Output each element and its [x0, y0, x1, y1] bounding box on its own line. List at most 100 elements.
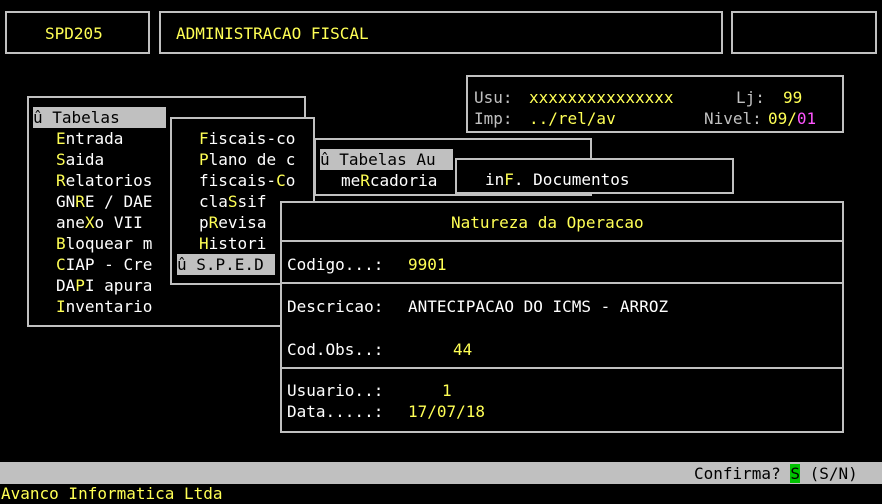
menu-item-suffix: E / DAE: [84, 192, 153, 211]
main-menu-item-6[interactable]: CIAP - Cre: [56, 254, 152, 275]
tabelas-menu-item-5[interactable]: Histori: [199, 233, 266, 254]
menu-item-prefix: DA: [56, 276, 76, 295]
codobs-field[interactable]: 44: [453, 339, 472, 360]
descricao-field[interactable]: ANTECIPACAO DO ICMS - ARROZ: [408, 296, 668, 317]
user-panel: Usu: xxxxxxxxxxxxxxx Lj: 99 Imp: ../rel/…: [466, 75, 844, 133]
menu-item-suffix: istori: [208, 234, 267, 253]
menu-item-documentos-hotkey: F: [504, 170, 514, 189]
level-value-primary: 09/: [768, 109, 797, 128]
user-value: xxxxxxxxxxxxxxx: [529, 88, 674, 107]
descricao-label: Descricao:: [287, 297, 384, 316]
menu-item-tabelas-aux[interactable]: û Tabelas Au: [320, 149, 453, 170]
menu-item-prefix: ane: [56, 213, 85, 232]
menu-item-suffix: elatorios: [65, 171, 153, 190]
menu-item-suffix: o VII: [94, 213, 143, 232]
tabelas-menu-item-1[interactable]: Plano de c: [199, 149, 295, 170]
module-title-box: ADMINISTRACAO FISCAL: [159, 11, 723, 54]
menu-item-hotkey: I: [56, 297, 66, 316]
status-bar: Confirma? S (S/N): [0, 462, 882, 484]
main-menu-item-2[interactable]: Relatorios: [56, 170, 152, 191]
header-spare-box: [731, 11, 877, 54]
menu-item-prefix: fiscais-: [199, 171, 277, 190]
tabelas-menu-item-4[interactable]: pRevisa: [199, 212, 266, 233]
menu-item-suffix: iscais-co: [208, 129, 296, 148]
menu-item-prefix: cla: [199, 192, 228, 211]
tabelas-menu-item-2[interactable]: fiscais-Co: [199, 170, 295, 191]
menu-item-documentos-prefix: in: [485, 170, 505, 189]
main-menu-item-7[interactable]: DAPI apura: [56, 275, 152, 296]
menu-item-hotkey: F: [199, 129, 209, 148]
menu-item-suffix: aida: [65, 150, 105, 169]
menu-item-mercadoria-hotkey: R: [360, 171, 370, 190]
menu-item-hotkey: X: [84, 213, 95, 232]
store-label: Lj:: [736, 88, 765, 107]
menu-item-suffix: evisa: [218, 213, 267, 232]
usuario-label: Usuario..:: [287, 381, 384, 400]
store-value: 99: [783, 88, 803, 107]
menu-item-suffix: loquear m: [65, 234, 153, 253]
natureza-dialog: Natureza da Operacao Codigo...: 9901 Des…: [280, 201, 844, 433]
divider: [282, 240, 842, 242]
codobs-label: Cod.Obs..:: [287, 340, 384, 359]
menu-item-hotkey: P: [199, 150, 209, 169]
divider: [282, 282, 842, 284]
menu-item-hotkey: C: [56, 255, 66, 274]
menu-item-prefix: GN: [56, 192, 76, 211]
level-value: 09/01: [768, 108, 816, 129]
usuario-field[interactable]: 1: [442, 380, 452, 401]
menu-item-suffix: IAP - Cre: [65, 255, 153, 274]
printer-value: ../rel/av: [529, 109, 616, 128]
main-menu-item-8[interactable]: Inventario: [56, 296, 152, 317]
divider: [282, 367, 842, 369]
level-label: Nivel:: [704, 109, 762, 128]
menu-item-suffix: sif: [237, 192, 267, 211]
main-menu-item-0[interactable]: Entrada: [56, 128, 123, 149]
company-footer: Avanco Informatica Ltda: [1, 484, 223, 503]
menu-item-mercadoria-prefix: me: [341, 171, 361, 190]
menu-item-tabelas[interactable]: û Tabelas: [33, 107, 166, 128]
main-menu-item-1[interactable]: Saida: [56, 149, 104, 170]
tabelas-menu-item-0[interactable]: Fiscais-co: [199, 128, 295, 149]
confirm-answer-input[interactable]: S: [790, 464, 800, 483]
menu-item-hotkey: P: [75, 276, 85, 295]
menu-item-hotkey: E: [56, 129, 66, 148]
menu-item-suffix: ntrada: [65, 129, 124, 148]
main-menu-item-3[interactable]: GNRE / DAE: [56, 191, 152, 212]
menu-item-sped[interactable]: û S.P.E.D: [177, 254, 275, 275]
tabelas-menu-item-3[interactable]: claSsif: [199, 191, 266, 212]
tabelas-aux-menu: inF. Documentos: [455, 158, 734, 194]
menu-item-hotkey: H: [199, 234, 209, 253]
program-code-box: SPD205: [5, 11, 150, 54]
menu-item-hotkey: S: [56, 150, 66, 169]
confirm-prompt: Confirma? S (S/N): [694, 463, 858, 484]
menu-item-mercadoria-suffix: cadoria: [369, 171, 438, 190]
menu-item-hotkey: S: [227, 192, 238, 211]
main-menu-item-4[interactable]: aneXo VII: [56, 212, 143, 233]
menu-item-hotkey: C: [276, 171, 286, 190]
menu-item-documentos[interactable]: inF. Documentos: [485, 169, 630, 190]
menu-item-suffix: nventario: [65, 297, 153, 316]
menu-item-suffix: lano de c: [208, 150, 296, 169]
menu-item-hotkey: R: [208, 213, 219, 232]
confirm-options: (S/N): [809, 464, 858, 483]
codigo-field[interactable]: 9901: [408, 254, 447, 275]
data-label: Data.....:: [287, 402, 384, 421]
printer-label: Imp:: [474, 109, 513, 128]
menu-item-hotkey: R: [56, 171, 66, 190]
user-label: Usu:: [474, 88, 513, 107]
main-menu-item-5[interactable]: Bloquear m: [56, 233, 152, 254]
program-code: SPD205: [45, 24, 103, 43]
menu-item-mercadoria[interactable]: meRcadoria: [341, 170, 437, 191]
menu-item-documentos-suffix: . Documentos: [513, 170, 630, 189]
dialog-title: Natureza da Operacao: [451, 213, 644, 232]
menu-item-hotkey: R: [75, 192, 85, 211]
confirm-label: Confirma?: [694, 464, 781, 483]
menu-item-prefix: p: [199, 213, 209, 232]
menu-item-hotkey: B: [56, 234, 66, 253]
menu-item-suffix: I apura: [84, 276, 153, 295]
codigo-label: Codigo...:: [287, 255, 384, 274]
module-title: ADMINISTRACAO FISCAL: [176, 24, 369, 43]
data-field[interactable]: 17/07/18: [408, 401, 485, 422]
level-value-secondary: 01: [796, 109, 817, 128]
menu-item-suffix: o: [285, 171, 296, 190]
